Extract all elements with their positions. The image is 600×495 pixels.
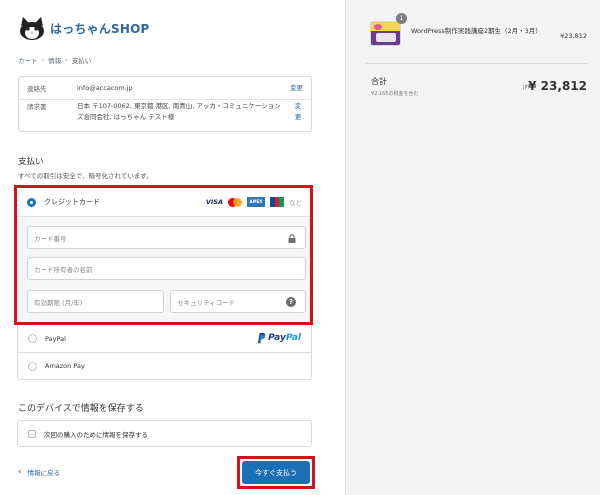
total-value: ¥ 23,812 xyxy=(528,79,587,93)
shop-logo[interactable]: はっちゃんSHOP xyxy=(18,14,149,42)
credit-card-radio[interactable] xyxy=(27,197,36,207)
paypal-logo: Pay Pal xyxy=(256,332,301,344)
checkout-main: はっちゃんSHOP カート › 情報 › 支払い 連絡先 info@accaco… xyxy=(0,0,345,495)
breadcrumb-payment: 支払い xyxy=(71,57,92,65)
breadcrumb-info[interactable]: 情報 xyxy=(48,55,61,65)
amazon-pay-label: Amazon Pay xyxy=(45,362,85,370)
chevron-left-icon: ‹ xyxy=(18,467,22,477)
contact-change-link[interactable]: 変更 xyxy=(290,83,303,94)
contact-review-box: 連絡先 info@accacom.jp 変更 請求書 日本 〒107-0062,… xyxy=(18,76,312,132)
pay-now-button[interactable]: 今すぐ支払う xyxy=(242,461,310,484)
visa-icon: VISA xyxy=(205,198,223,206)
lock-icon xyxy=(288,234,296,243)
contact-row: 連絡先 info@accacom.jp 変更 xyxy=(19,83,311,100)
credit-card-label: クレジットカード xyxy=(44,198,100,206)
security-code-placeholder: セキュリティコード xyxy=(177,298,236,307)
paypal-logo-text-b: Pal xyxy=(285,333,301,343)
summary-divider xyxy=(366,63,588,64)
expiry-placeholder: 有効期限 (月/年) xyxy=(34,298,83,307)
back-to-info-label: 情報に戻る xyxy=(27,469,61,477)
save-info-label: 次回の購入のために情報を保存する xyxy=(44,430,148,439)
order-summary: 1 WordPress制作実践講座2期生（2月・3月） ¥23,812 合計 ¥… xyxy=(345,0,600,495)
billing-change-link[interactable]: 変更 xyxy=(293,101,303,123)
paypal-radio[interactable] xyxy=(28,334,37,343)
help-icon[interactable]: ? xyxy=(286,297,296,307)
paypal-icon xyxy=(258,333,266,344)
back-to-info-link[interactable]: ‹ 情報に戻る xyxy=(18,467,60,477)
logo-text: はっちゃんSHOP xyxy=(50,21,150,36)
amazon-pay-option[interactable]: Amazon Pay xyxy=(17,352,312,380)
card-number-placeholder: カード番号 xyxy=(34,234,67,243)
mastercard-icon xyxy=(228,197,242,207)
amex-icon: AMEX xyxy=(247,197,265,207)
save-info-title: このデバイスで情報を保存する xyxy=(18,404,144,414)
amazon-pay-radio[interactable] xyxy=(28,361,37,371)
billing-label: 請求書 xyxy=(27,103,47,111)
save-info-box[interactable]: 次回の購入のために情報を保存する xyxy=(17,420,312,447)
breadcrumb-cart[interactable]: カート xyxy=(18,55,38,65)
card-name-input[interactable]: カード所有者の名前 xyxy=(27,257,306,280)
breadcrumb: カート › 情報 › 支払い xyxy=(18,55,91,65)
product-thumbnail xyxy=(370,21,401,46)
credit-card-option: クレジットカード VISA AMEX など カード番号 カード所有者の名前 有効… xyxy=(14,185,313,325)
paypal-logo-text-a: Pay xyxy=(268,333,286,343)
paypal-option[interactable]: PayPal Pay Pal xyxy=(17,325,312,353)
breadcrumb-separator: › xyxy=(41,56,45,64)
pay-now-highlight: 今すぐ支払う xyxy=(237,456,315,489)
cat-logo-icon xyxy=(20,17,44,40)
save-info-checkbox[interactable] xyxy=(28,429,36,438)
breadcrumb-separator: › xyxy=(65,56,68,64)
payment-title: 支払い xyxy=(18,157,44,167)
payment-subtitle: すべての取引は安全で、暗号化されています。 xyxy=(18,172,153,180)
total-label: 合計 xyxy=(371,77,387,86)
expiry-input[interactable]: 有効期限 (月/年) xyxy=(27,290,164,313)
product-price: ¥23,812 xyxy=(560,32,587,40)
tax-note: ¥2,165の税金を含む xyxy=(371,91,419,97)
billing-value: 日本 〒107-0062, 東京都 港区, 南青山, アッカ・コミュニケーション… xyxy=(77,102,281,121)
credit-card-form: カード番号 カード所有者の名前 有効期限 (月/年) セキュリティコード ? xyxy=(17,216,310,322)
contact-value: info@accacom.jp xyxy=(77,84,133,92)
billing-row: 請求書 日本 〒107-0062, 東京都 港区, 南青山, アッカ・コミュニケ… xyxy=(19,101,311,131)
paypal-label: PayPal xyxy=(45,334,66,343)
more-brands-text: など xyxy=(289,199,302,207)
jcb-icon xyxy=(270,197,285,207)
card-number-input[interactable]: カード番号 xyxy=(27,226,306,249)
contact-label: 連絡先 xyxy=(27,85,47,93)
card-name-placeholder: カード所有者の名前 xyxy=(34,265,93,274)
product-name: WordPress制作実践講座2期生（2月・3月） xyxy=(411,27,542,35)
credit-card-header[interactable]: クレジットカード VISA AMEX など xyxy=(17,188,310,216)
security-code-input[interactable]: セキュリティコード ? xyxy=(170,290,306,313)
quantity-badge: 1 xyxy=(396,13,407,24)
card-brands: VISA AMEX など xyxy=(206,197,302,207)
